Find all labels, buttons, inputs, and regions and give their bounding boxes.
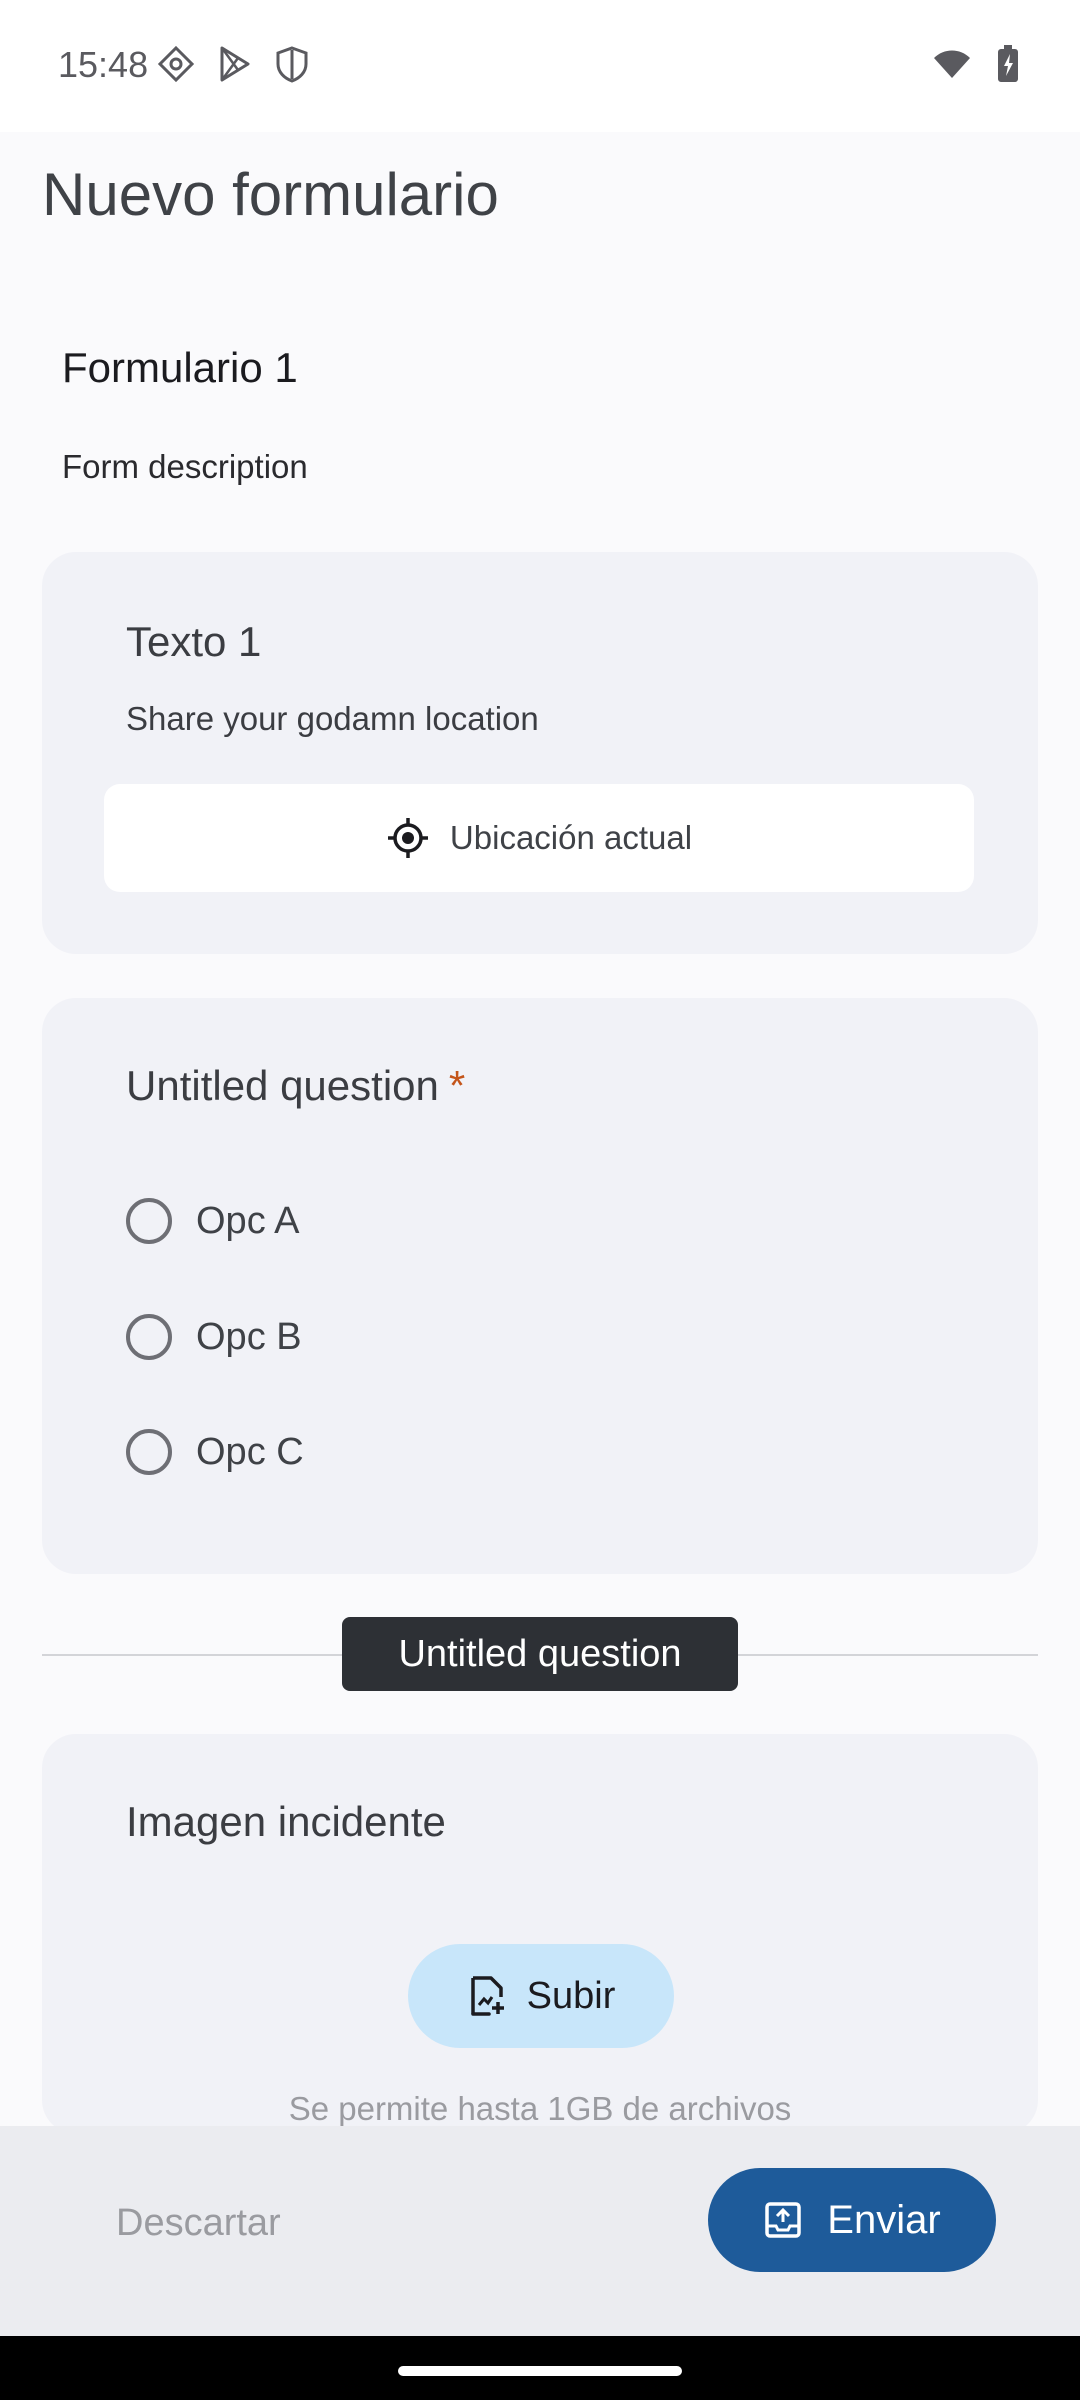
status-time: 15:48 (58, 44, 149, 85)
radio-button[interactable] (126, 1314, 172, 1360)
section-tooltip: Untitled question (342, 1617, 738, 1691)
current-location-button[interactable]: Ubicación actual (104, 784, 974, 892)
status-icons-right (930, 44, 1020, 84)
radio-option-c[interactable]: Opc C (126, 1429, 304, 1475)
status-bar: 15:48 (0, 0, 1080, 132)
radio-label: Opc A (196, 1199, 300, 1242)
send-inbox-icon (765, 2202, 802, 2238)
question-card-choice: Untitled question * Opc A Opc B Opc C (42, 998, 1038, 1574)
radio-option-a[interactable]: Opc A (126, 1198, 300, 1244)
radio-button[interactable] (126, 1198, 172, 1244)
question-title-row: Untitled question * (126, 1062, 465, 1110)
current-location-label: Ubicación actual (449, 819, 693, 856)
radio-option-b[interactable]: Opc B (126, 1314, 302, 1360)
form-description: Form description (62, 448, 308, 485)
question-card-upload: Imagen incidente Subir Se permite hasta … (42, 1734, 1038, 2134)
radio-label: Opc C (196, 1430, 304, 1473)
upload-hint: Se permite hasta 1GB de archivos (288, 2090, 792, 2127)
radio-label: Opc B (196, 1315, 302, 1358)
my-location-icon (387, 818, 428, 858)
upload-file-icon (470, 1976, 504, 2016)
wifi-icon (934, 50, 970, 78)
send-button-label: Enviar (827, 2197, 941, 2242)
question-card-location: Texto 1 Share your godamn location Ubica… (42, 552, 1038, 954)
required-marker: * (448, 1062, 466, 1109)
question-title: Imagen incidente (126, 1798, 446, 1845)
status-icons-left (156, 44, 312, 84)
upload-button-label: Subir (526, 1974, 616, 2017)
send-button[interactable]: Enviar (708, 2168, 996, 2272)
battery-charging-icon (998, 45, 1018, 82)
upload-button[interactable]: Subir (408, 1944, 674, 2048)
settings-diamond-icon (157, 45, 195, 83)
question-title: Texto 1 (126, 618, 262, 665)
question-subtitle: Share your godamn location (126, 700, 539, 737)
discard-button[interactable]: Descartar (116, 2202, 281, 2245)
question-title: Untitled question (126, 1062, 439, 1109)
page-title: Nuevo formulario (42, 161, 499, 228)
form-title: Formulario 1 (62, 344, 298, 391)
bottom-action-bar: Descartar Enviar (0, 2126, 1080, 2336)
home-gesture-handle[interactable] (398, 2366, 682, 2376)
shield-icon (276, 46, 308, 83)
system-nav-bar (0, 2336, 1080, 2400)
radio-button[interactable] (126, 1429, 172, 1475)
play-store-icon (220, 46, 250, 82)
